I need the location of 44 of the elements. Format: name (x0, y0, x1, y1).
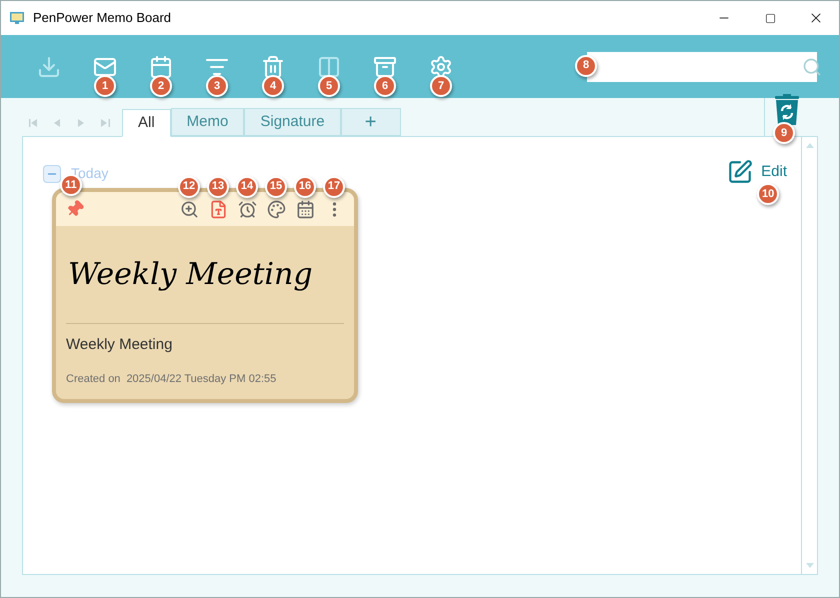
tab[interactable]: All (122, 109, 171, 137)
tab[interactable]: Memo (170, 108, 244, 136)
edit-icon[interactable] (727, 159, 754, 185)
callout-badge: 4 (262, 75, 284, 97)
collapse-button[interactable] (43, 164, 61, 182)
nav-arrow-icon[interactable] (100, 118, 110, 128)
callout-badge: 5 (318, 75, 340, 97)
callout-badge: 13 (207, 176, 229, 198)
archive-icon[interactable] (373, 54, 397, 78)
nav-arrow-icon[interactable] (52, 118, 62, 128)
recycle-bin-icon[interactable] (773, 94, 801, 126)
callout-badge: 15 (265, 176, 287, 198)
calendar-icon[interactable] (149, 54, 173, 78)
created-label: Created on (66, 372, 120, 386)
handwritten-ink: Weekly Meeting (68, 256, 313, 294)
callout-badge: 2 (150, 75, 172, 97)
alarm-clock-icon[interactable] (238, 200, 257, 218)
callout-badge: 12 (178, 176, 200, 198)
nav-arrow-icon[interactable] (28, 118, 38, 128)
palette-icon[interactable] (267, 200, 286, 218)
callout-badge: 17 (323, 176, 345, 198)
created-date: 2025/04/22 Tuesday PM 02:55 (126, 372, 276, 386)
callout-badge: 6 (374, 75, 396, 97)
calendar-icon[interactable] (296, 200, 315, 218)
callout-badge: 7 (430, 75, 452, 97)
callout-badge: 14 (236, 176, 258, 198)
trash-icon[interactable] (261, 54, 285, 78)
tab[interactable]: + (340, 108, 401, 136)
callout-badge: 3 (206, 75, 228, 97)
callout-badge: 1 (94, 75, 116, 97)
maximize-icon[interactable] (764, 12, 776, 24)
callout-badge: 10 (757, 183, 780, 205)
memo-title: Weekly Meeting (66, 335, 174, 355)
search-icon[interactable] (802, 56, 822, 76)
tab[interactable]: Signature (244, 108, 341, 136)
zoom-in-icon[interactable] (180, 200, 199, 218)
edit-button[interactable]: Edit (761, 160, 787, 184)
scrollbar[interactable] (801, 137, 817, 574)
callout-badge: 16 (294, 176, 316, 198)
window-title: PenPower Memo Board (33, 9, 172, 28)
app-icon (9, 10, 25, 26)
callout-badge: 8 (575, 54, 597, 76)
text-icon[interactable] (209, 200, 228, 218)
nav-arrow-icon[interactable] (76, 118, 86, 128)
